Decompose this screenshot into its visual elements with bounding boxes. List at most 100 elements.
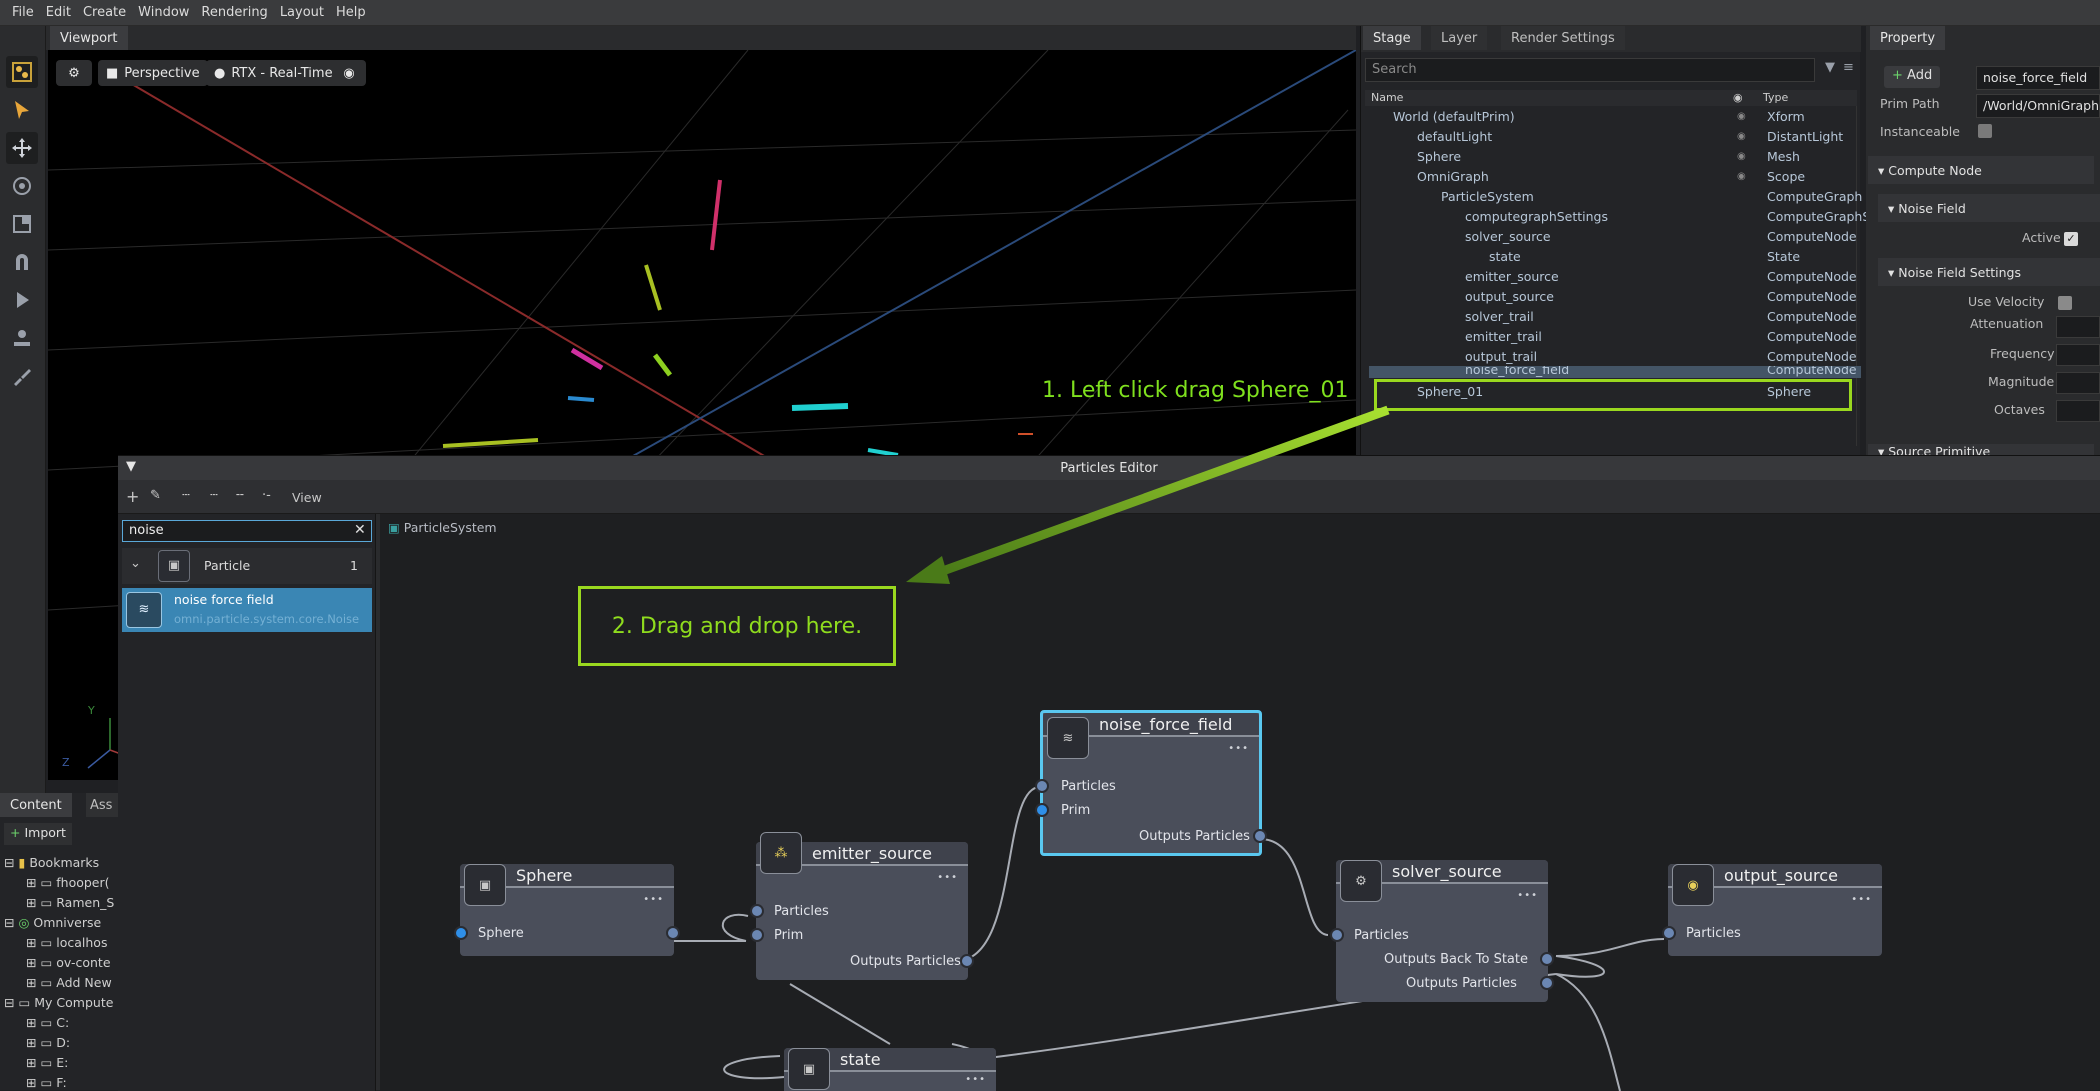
add-node-icon[interactable]: + [126, 487, 139, 506]
node-emitter-source[interactable]: ⁂ emitter_source ••• Particles Prim Outp… [750, 832, 974, 980]
instanceable-checkbox[interactable] [1978, 124, 1992, 138]
port-out-pin[interactable] [1540, 952, 1554, 966]
scale-icon[interactable] [6, 208, 38, 240]
prim-path-input[interactable]: /World/OmniGraph/ [1976, 94, 2100, 118]
visibility-button[interactable]: ◉ [332, 60, 366, 86]
content-item[interactable]: ⊞ ▭ E: [26, 1055, 68, 1070]
layout-icon-1[interactable]: ┄ [182, 488, 190, 503]
menu-file[interactable]: File [6, 5, 40, 20]
stage-row-emitter-source[interactable]: emitter_source ComputeNode [1369, 266, 1861, 286]
menu-edit[interactable]: Edit [40, 5, 77, 20]
content-omniverse[interactable]: ⊟ ◎ Omniverse [4, 915, 101, 930]
layout-icon-4[interactable]: ·- [262, 488, 271, 503]
section-noise-field-settings[interactable]: ▾ Noise Field Settings [1878, 258, 2100, 286]
filter-icon[interactable]: ▼ [1825, 60, 1835, 75]
port-in-pin[interactable] [454, 926, 468, 940]
layout-icon-3[interactable]: ╌ [236, 488, 244, 503]
node-state[interactable]: ▣ state ••• [784, 1048, 996, 1091]
port-in-pin[interactable] [1330, 928, 1344, 942]
stage-row-solver-trail[interactable]: solver_trail ComputeNode [1369, 306, 1861, 326]
stage-row-world[interactable]: World (defaultPrim) ◉ Xform [1369, 106, 1861, 126]
port-in-pin[interactable] [1035, 803, 1049, 817]
select-mode-icon[interactable] [6, 56, 38, 88]
tab-stage[interactable]: Stage [1363, 26, 1421, 50]
content-item[interactable]: ⊞ ▭ D: [26, 1035, 70, 1050]
edit-icon[interactable]: ✎ [150, 488, 161, 503]
node-menu-icon[interactable]: ••• [1851, 894, 1872, 905]
content-item[interactable]: ⊞ ▭ Ramen_S [26, 895, 114, 910]
content-item[interactable]: ⊞ ▭ F: [26, 1075, 67, 1089]
stage-row-computegraphsettings[interactable]: computegraphSettings ComputeGraphS [1369, 206, 1870, 226]
content-item[interactable]: ⊞ ▭ C: [26, 1015, 69, 1030]
section-noise-field[interactable]: ▾ Noise Field [1878, 194, 2100, 222]
snap-icon[interactable] [6, 246, 38, 278]
node-menu-icon[interactable]: ••• [937, 872, 958, 883]
octaves-input[interactable] [2056, 400, 2100, 422]
port-in-pin[interactable] [750, 928, 764, 942]
frequency-input[interactable] [2056, 344, 2100, 366]
port-out-pin[interactable] [960, 954, 974, 968]
node-search-input[interactable]: noise [122, 520, 372, 542]
tab-viewport[interactable]: Viewport [50, 26, 128, 50]
stage-row-output-trail[interactable]: output_trail ComputeNode [1369, 346, 1861, 366]
camera-button[interactable]: ■ Perspective [98, 60, 208, 86]
node-sphere[interactable]: ▣ Sphere ••• Sphere [454, 864, 680, 956]
stage-search-input[interactable]: Search [1365, 58, 1815, 82]
move-icon[interactable] [6, 132, 38, 164]
menu-create[interactable]: Create [77, 5, 132, 20]
node-menu-icon[interactable]: ••• [643, 894, 664, 905]
import-button[interactable]: + Import [4, 823, 72, 845]
port-in-pin[interactable] [1035, 779, 1049, 793]
physics-icon[interactable] [6, 322, 38, 354]
active-checkbox[interactable]: ✓ [2064, 232, 2078, 246]
use-velocity-checkbox[interactable] [2058, 296, 2072, 310]
port-out-pin[interactable] [1540, 976, 1554, 990]
eye-icon[interactable]: ◉ [1737, 111, 1751, 122]
collapse-triangle-icon[interactable]: ▼ [126, 459, 136, 474]
eye-icon[interactable]: ◉ [1737, 131, 1751, 142]
tab-content[interactable]: Content [0, 793, 72, 817]
node-menu-icon[interactable]: ••• [1228, 743, 1249, 754]
stage-row-defaultlight[interactable]: defaultLight ◉ DistantLight [1369, 126, 1861, 146]
tab-render-settings[interactable]: Render Settings [1501, 26, 1625, 50]
select-arrow-icon[interactable] [6, 94, 38, 126]
magnitude-input[interactable] [2056, 372, 2100, 394]
section-compute-node[interactable]: ▾ Compute Node [1868, 156, 2094, 184]
rotate-icon[interactable] [6, 170, 38, 202]
node-menu-icon[interactable]: ••• [1517, 890, 1538, 901]
play-icon[interactable] [6, 284, 38, 316]
stage-row-emitter-trail[interactable]: emitter_trail ComputeNode [1369, 326, 1861, 346]
menu-window[interactable]: Window [132, 5, 195, 20]
port-out-pin[interactable] [666, 926, 680, 940]
port-out-pin[interactable] [1253, 829, 1267, 843]
content-item[interactable]: ⊞ ▭ ov-conte [26, 955, 111, 970]
clear-search-icon[interactable]: ✕ [354, 522, 366, 538]
content-my-computer[interactable]: ⊟ ▭ My Compute [4, 995, 113, 1010]
renderer-button[interactable]: ● RTX - Real-Time [206, 60, 341, 86]
stage-row-sphere[interactable]: Sphere ◉ Mesh [1369, 146, 1861, 166]
category-particle[interactable]: ⌄ ▣ Particle 1 [122, 548, 372, 584]
tab-layer[interactable]: Layer [1431, 26, 1488, 50]
prim-name-input[interactable]: noise_force_field [1976, 66, 2100, 90]
paint-icon[interactable] [6, 360, 38, 392]
node-noise-force-field[interactable]: ≋ noise_force_field ••• Particles Prim O… [1035, 710, 1267, 856]
attenuation-input[interactable] [2056, 316, 2100, 338]
stage-row-output-source[interactable]: output_source ComputeNode [1369, 286, 1861, 306]
node-solver-source[interactable]: ⚙ solver_source ••• Particles Outputs Ba… [1330, 860, 1554, 1002]
node-menu-icon[interactable]: ••• [965, 1074, 986, 1085]
stage-row-solver-source[interactable]: solver_source ComputeNode [1369, 226, 1861, 246]
menu-layout[interactable]: Layout [274, 5, 330, 20]
content-item[interactable]: ⊞ ▭ Add New [26, 975, 112, 990]
add-button[interactable]: + Add [1884, 66, 1941, 88]
layout-icon-2[interactable]: ┄ [210, 488, 218, 503]
menu-help[interactable]: Help [330, 5, 372, 20]
viewport-settings-button[interactable]: ⚙ [56, 60, 92, 86]
tab-property[interactable]: Property [1870, 26, 1946, 50]
tab-assets[interactable]: Ass [86, 793, 118, 817]
eye-icon[interactable]: ◉ [1737, 151, 1751, 162]
node-output-source[interactable]: ◉ output_source ••• Particles [1662, 864, 1882, 956]
options-icon[interactable]: ≡ [1843, 60, 1854, 75]
view-menu[interactable]: View [292, 490, 322, 505]
content-item[interactable]: ⊞ ▭ fhooper( [26, 875, 110, 890]
stage-row-noise-force-field[interactable]: noise_force_field ComputeNode [1369, 366, 1861, 378]
